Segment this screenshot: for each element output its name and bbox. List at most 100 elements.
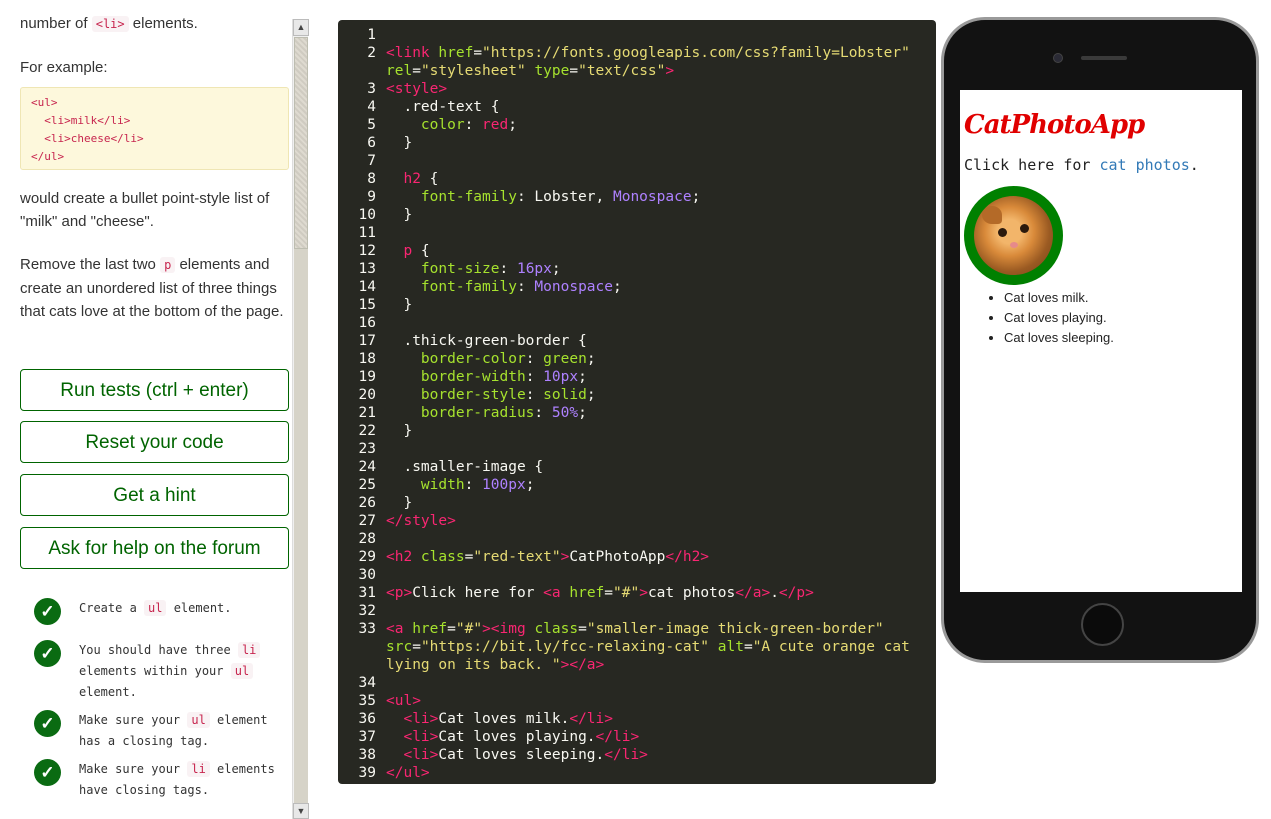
code-line[interactable]: }	[386, 206, 931, 224]
code-line[interactable]: font-family: Monospace;	[386, 278, 931, 296]
code-token: }	[386, 135, 413, 151]
cat-photos-link[interactable]: cat photos	[1099, 156, 1189, 174]
code-token: <li>	[386, 747, 439, 763]
code-line[interactable]: }	[386, 134, 931, 152]
line-number: 15	[358, 297, 376, 313]
code-token: =	[604, 585, 614, 601]
code-token: ;	[586, 351, 596, 367]
reset-code-button[interactable]: Reset your code	[20, 421, 289, 463]
code-line[interactable]: color: red;	[386, 116, 931, 134]
code-line[interactable]: src="https://bit.ly/fcc-relaxing-cat" al…	[386, 638, 931, 656]
code-line[interactable]: <li>Cat loves milk.</li>	[386, 710, 931, 728]
list-item: Cat loves playing.	[1004, 308, 1114, 328]
code-token: </h2>	[665, 549, 710, 565]
code-line[interactable]: h2 {	[386, 170, 931, 188]
code-token: {	[420, 171, 439, 187]
run-tests-button[interactable]: Run tests (ctrl + enter)	[20, 369, 289, 411]
instructions-scrollbar[interactable]: ▲ ▼	[292, 19, 309, 819]
code-line[interactable]: border-width: 10px;	[386, 368, 931, 386]
text-fragment: You should have three	[79, 643, 238, 657]
code-editor[interactable]: 1 2 3 4 5 6 7 8 9 10 11 12 13 14 15 16 17 18 19 20 21 22 23 24 2…	[338, 20, 936, 784]
code-line[interactable]: border-radius: 50%;	[386, 404, 931, 422]
line-number: 23	[358, 441, 376, 457]
code-token: Cat loves milk.	[438, 711, 570, 727]
code-line[interactable]: }	[386, 296, 931, 314]
code-line[interactable]: width: 100px;	[386, 476, 931, 494]
code-token: "#"	[613, 585, 640, 601]
code-line[interactable]	[386, 602, 931, 620]
code-token: solid	[543, 387, 587, 403]
for-example-label: For example:	[20, 59, 108, 76]
scrollbar-track[interactable]	[294, 249, 308, 803]
code-line[interactable]: <li>Cat loves sleeping.</li>	[386, 746, 931, 764]
code-token: "A cute orange cat	[752, 639, 910, 655]
code-line[interactable]	[386, 224, 931, 242]
text-fragment: elements within your	[79, 664, 231, 678]
code-line[interactable]	[386, 440, 931, 458]
line-number: 34	[358, 675, 376, 691]
code-line[interactable]	[386, 26, 931, 44]
code-token: <h2	[386, 549, 421, 565]
code-token: }	[386, 207, 413, 223]
code-token: href	[438, 45, 474, 61]
text-fragment: number of	[20, 15, 92, 32]
code-line[interactable]	[386, 566, 931, 584]
line-number	[338, 638, 376, 656]
code-line[interactable]: <a href="#"><img class="smaller-image th…	[386, 620, 931, 638]
code-line[interactable]: border-color: green;	[386, 350, 931, 368]
code-line[interactable]: .thick-green-border {	[386, 332, 931, 350]
code-line[interactable]	[386, 152, 931, 170]
line-number	[338, 656, 376, 674]
line-number: 17	[358, 333, 376, 349]
get-hint-button[interactable]: Get a hint	[20, 474, 289, 516]
code-line[interactable]: .red-text {	[386, 98, 931, 116]
code-token: <ul>	[386, 693, 421, 709]
inline-code: ul	[187, 712, 210, 728]
code-content[interactable]: <link href="https://fonts.googleapis.com…	[386, 26, 931, 782]
code-line[interactable]	[386, 314, 931, 332]
code-token: href	[412, 621, 448, 637]
code-line[interactable]: <style>	[386, 80, 931, 98]
code-token: }	[386, 423, 413, 439]
code-token: 50%	[551, 405, 579, 421]
code-line[interactable]: lying on its back. "></a>	[386, 656, 931, 674]
code-token: ;	[586, 387, 596, 403]
code-token: Monospace	[534, 279, 613, 295]
scrollbar-thumb[interactable]	[294, 37, 308, 249]
code-token: :	[464, 477, 483, 493]
task-description: Remove the last two p elements and creat…	[20, 253, 290, 323]
code-line[interactable]: }	[386, 494, 931, 512]
code-line[interactable]: }	[386, 422, 931, 440]
code-line[interactable]: p {	[386, 242, 931, 260]
scroll-up-arrow-icon[interactable]: ▲	[293, 19, 309, 36]
text-fragment: elements.	[128, 15, 198, 32]
code-line[interactable]: border-style: solid;	[386, 386, 931, 404]
line-number: 2	[367, 45, 376, 61]
code-line[interactable]: .smaller-image {	[386, 458, 931, 476]
code-line[interactable]: <ul>	[386, 692, 931, 710]
code-line[interactable]: <p>Click here for <a href="#">cat photos…	[386, 584, 931, 602]
preview-paragraph: Click here for cat photos.	[964, 156, 1199, 174]
code-token: font-family	[386, 279, 517, 295]
line-number: 8	[367, 171, 376, 187]
code-line[interactable]: <link href="https://fonts.googleapis.com…	[386, 44, 931, 62]
code-token: </a>	[569, 657, 605, 673]
line-number: 38	[358, 747, 376, 763]
code-token: <link	[386, 45, 439, 61]
code-line[interactable]: font-size: 16px;	[386, 260, 931, 278]
text-fragment: Remove the last two	[20, 256, 161, 273]
code-line[interactable]: rel="stylesheet" type="text/css">	[386, 62, 931, 80]
code-token: <li>	[386, 711, 439, 727]
code-line[interactable]	[386, 530, 931, 548]
code-line[interactable]: font-family: Lobster, Monospace;	[386, 188, 931, 206]
cat-photo-image[interactable]	[964, 186, 1063, 285]
code-line[interactable]: <h2 class="red-text">CatPhotoApp</h2>	[386, 548, 931, 566]
code-line[interactable]: </ul>	[386, 764, 931, 782]
code-line[interactable]	[386, 674, 931, 692]
forum-help-button[interactable]: Ask for help on the forum	[20, 527, 289, 569]
code-line[interactable]: <li>Cat loves playing.</li>	[386, 728, 931, 746]
line-number: 37	[358, 729, 376, 745]
code-line[interactable]: </style>	[386, 512, 931, 530]
scroll-down-arrow-icon[interactable]: ▼	[293, 803, 309, 819]
line-number: 21	[358, 405, 376, 421]
